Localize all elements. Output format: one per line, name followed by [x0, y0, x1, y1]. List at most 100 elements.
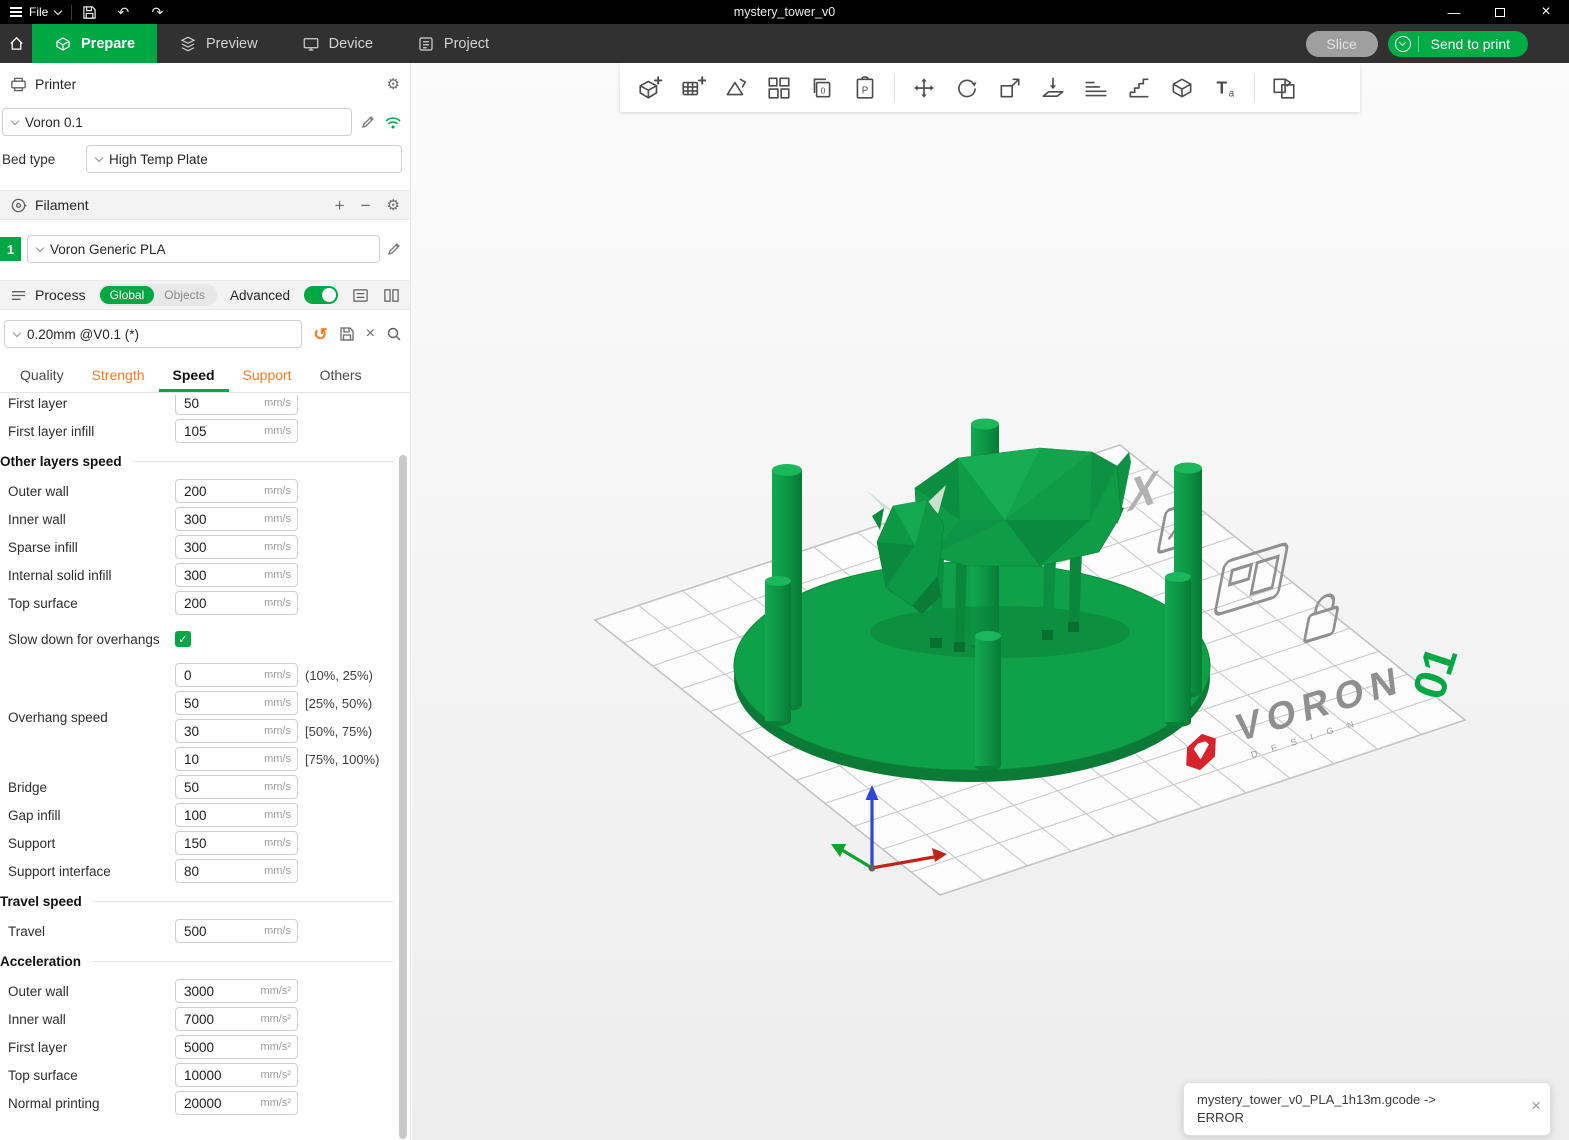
preview-icon	[179, 35, 197, 53]
search-settings-icon[interactable]	[386, 326, 402, 342]
send-options-chevron[interactable]	[1388, 36, 1418, 52]
add-plate-icon[interactable]	[673, 68, 713, 108]
gcode-error-toast: mystery_tower_v0_PLA_1h13m.gcode -> ERRO…	[1183, 1082, 1551, 1136]
overhang-range-label: [75%, 100%)	[305, 752, 379, 767]
toolbar-separator	[1254, 74, 1255, 102]
send-to-print-button[interactable]: Send to print	[1388, 31, 1528, 57]
menu-icon	[10, 7, 22, 17]
save-icon[interactable]	[72, 0, 106, 24]
setting-label: Overhang speed	[8, 661, 175, 773]
text-tool-icon[interactable]: Ta	[1205, 68, 1245, 108]
tab-support[interactable]: Support	[229, 360, 306, 392]
add-filament-icon[interactable]: +	[335, 197, 345, 214]
add-primitive-icon[interactable]	[630, 68, 670, 108]
parameter-list-icon[interactable]	[352, 287, 369, 304]
overhang-speed-3-input[interactable]: 30mm/s	[175, 719, 298, 743]
tab-others[interactable]: Others	[306, 360, 376, 392]
setting-label: Top surface	[8, 595, 175, 612]
advanced-toggle[interactable]	[304, 286, 338, 304]
compare-presets-icon[interactable]	[383, 287, 400, 304]
inner-wall-accel-input[interactable]: 7000mm/s²	[175, 1007, 298, 1031]
assembly-icon[interactable]	[1162, 68, 1202, 108]
lay-on-face-icon[interactable]	[1033, 68, 1073, 108]
filament-settings-gear-icon[interactable]: ⚙	[387, 198, 400, 213]
support-interface-speed-input[interactable]: 80mm/s	[175, 859, 298, 883]
outer-wall-accel-input[interactable]: 3000mm/s²	[175, 979, 298, 1003]
scope-global-pill[interactable]: Global	[100, 286, 155, 304]
slice-button[interactable]: Slice	[1306, 31, 1378, 57]
top-surface-speed-input[interactable]: 200mm/s	[175, 591, 298, 615]
gap-infill-speed-input[interactable]: 100mm/s	[175, 803, 298, 827]
tab-prepare[interactable]: Prepare	[32, 24, 157, 63]
toast-close-icon[interactable]: ×	[1531, 1097, 1541, 1114]
bridge-speed-input[interactable]: 50mm/s	[175, 775, 298, 799]
process-section-title: Process	[35, 287, 86, 303]
chevron-down-icon	[95, 153, 103, 161]
auto-orient-icon[interactable]	[716, 68, 756, 108]
printer-connection-wifi-icon[interactable]	[384, 114, 402, 130]
sparse-infill-speed-input[interactable]: 300mm/s	[175, 535, 298, 559]
rotate-icon[interactable]	[947, 68, 987, 108]
viewport-toolbar: 0 P Ta	[620, 63, 1360, 112]
tab-device[interactable]: Device	[280, 24, 395, 63]
outer-wall-speed-input[interactable]: 200mm/s	[175, 479, 298, 503]
support-speed-input[interactable]: 150mm/s	[175, 831, 298, 855]
home-button[interactable]	[0, 24, 32, 63]
setting-label: Gap infill	[8, 807, 175, 824]
tab-strength[interactable]: Strength	[78, 360, 159, 392]
remove-filament-icon[interactable]: −	[361, 197, 371, 214]
edit-filament-icon[interactable]	[386, 241, 402, 257]
scale-icon[interactable]	[990, 68, 1030, 108]
scope-objects-pill[interactable]: Objects	[154, 286, 215, 304]
filament-section-title: Filament	[35, 197, 89, 213]
tab-project[interactable]: Project	[395, 24, 511, 63]
internal-solid-infill-speed-input[interactable]: 300mm/s	[175, 563, 298, 587]
overhang-speed-4-input[interactable]: 10mm/s	[175, 747, 298, 771]
printer-settings-gear-icon[interactable]: ⚙	[387, 77, 400, 92]
save-preset-icon[interactable]	[339, 326, 355, 342]
tab-preview[interactable]: Preview	[157, 24, 280, 63]
overhang-speed-1-input[interactable]: 0mm/s	[175, 663, 298, 687]
window-close-button[interactable]: ×	[1523, 0, 1569, 24]
first-layer-accel-input[interactable]: 5000mm/s²	[175, 1035, 298, 1059]
section-acceleration: Acceleration	[0, 945, 394, 977]
first-layer-speed-input[interactable]: 50mm/s	[175, 395, 298, 415]
left-panel: Printer ⚙ Voron 0.1 Bed type High Temp P…	[0, 63, 411, 1140]
sidebar-scrollbar[interactable]	[399, 455, 407, 1139]
setting-row: First layer infill 105mm/s	[0, 417, 394, 445]
speed-settings-panel: First layer 50mm/s First layer infill 10…	[0, 395, 394, 1140]
first-layer-infill-speed-input[interactable]: 105mm/s	[175, 419, 298, 443]
undo-icon[interactable]: ↶	[106, 0, 140, 24]
normal-printing-accel-input[interactable]: 20000mm/s²	[175, 1091, 298, 1115]
arrange-icon[interactable]	[759, 68, 799, 108]
window-minimize-button[interactable]: —	[1431, 0, 1477, 24]
setting-label: Sparse infill	[8, 539, 175, 556]
split-view-icon[interactable]	[1264, 68, 1304, 108]
overhang-speed-2-input[interactable]: 50mm/s	[175, 691, 298, 715]
printer-preset-select[interactable]: Voron 0.1	[2, 108, 352, 136]
viewport-3d[interactable]	[412, 63, 1569, 1140]
reset-preset-icon[interactable]: ↺	[313, 326, 327, 343]
chevron-down-icon	[13, 328, 21, 336]
tab-speed[interactable]: Speed	[159, 360, 229, 392]
file-menu[interactable]: File	[0, 0, 71, 24]
edit-printer-icon[interactable]	[360, 114, 376, 130]
process-preset-select[interactable]: 0.20mm @V0.1 (*)	[4, 320, 302, 348]
inner-wall-speed-input[interactable]: 300mm/s	[175, 507, 298, 531]
window-maximize-button[interactable]	[1477, 0, 1523, 24]
copy-icon[interactable]: 0	[802, 68, 842, 108]
slow-down-overhangs-checkbox[interactable]: ✓	[175, 631, 191, 647]
toast-line2: ERROR	[1197, 1109, 1516, 1127]
move-icon[interactable]	[904, 68, 944, 108]
clear-preset-icon[interactable]: ×	[366, 326, 375, 342]
paste-icon[interactable]: P	[845, 68, 885, 108]
redo-icon[interactable]: ↷	[140, 0, 174, 24]
travel-speed-input[interactable]: 500mm/s	[175, 919, 298, 943]
cut-icon[interactable]	[1119, 68, 1159, 108]
filament-slot-badge[interactable]: 1	[0, 237, 21, 261]
variable-layer-height-icon[interactable]	[1076, 68, 1116, 108]
bed-type-select[interactable]: High Temp Plate	[86, 145, 402, 173]
top-surface-accel-input[interactable]: 10000mm/s²	[175, 1063, 298, 1087]
filament-preset-select[interactable]: Voron Generic PLA	[27, 235, 380, 263]
tab-quality[interactable]: Quality	[6, 360, 78, 392]
